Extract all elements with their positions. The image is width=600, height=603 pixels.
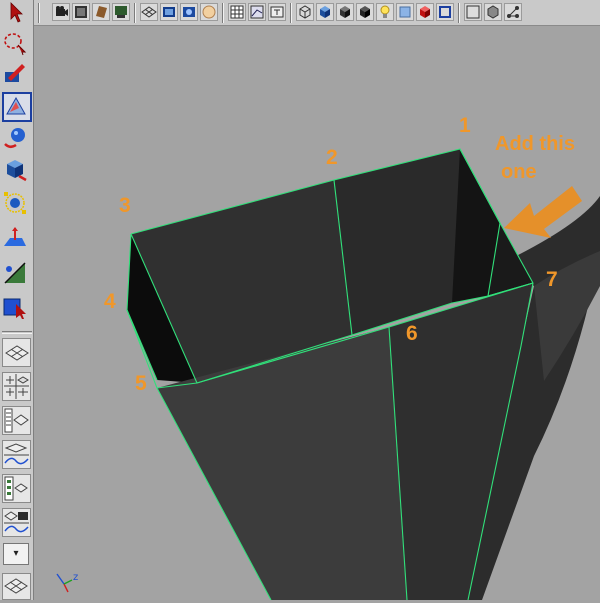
toolbar-separator: [458, 3, 460, 23]
render-layout-icon[interactable]: [2, 508, 31, 537]
dark-cube-icon[interactable]: [356, 3, 374, 21]
annotation-note: Add this one: [495, 130, 575, 186]
toolbar-separator: [134, 3, 136, 23]
perspective-viewport[interactable]: 1 2 3 4 5 6 7 Add this one z: [34, 26, 600, 600]
annotation-note-line-1: Add this: [495, 133, 575, 155]
axis-y-line: [56, 573, 65, 585]
status-line-toolbar: [34, 0, 600, 26]
sphere-light-icon[interactable]: [200, 3, 218, 21]
vertex-label-3: 3: [119, 194, 131, 217]
toolbar-separator: [222, 3, 224, 23]
render-settings-icon[interactable]: [112, 3, 130, 21]
rotate-icon[interactable]: [2, 124, 32, 154]
axis-z-line: [63, 579, 73, 585]
toolbox-divider: [2, 331, 32, 334]
toolbar-separator: [290, 3, 292, 23]
outliner-persp-layout-icon[interactable]: [2, 406, 31, 435]
scene-canvas: [126, 148, 600, 600]
vertex-label-5: 5: [135, 372, 147, 395]
film-icon[interactable]: [72, 3, 90, 21]
four-view-layout-icon[interactable]: [2, 372, 31, 401]
persp-graph-layout-icon[interactable]: [2, 440, 31, 469]
vertex-label-7: 7: [546, 268, 558, 291]
lasso-icon[interactable]: [2, 30, 32, 60]
single-perspective-layout-icon[interactable]: [2, 338, 31, 367]
scale-icon[interactable]: [2, 156, 32, 186]
frame-icon[interactable]: [436, 3, 454, 21]
layout-dropdown[interactable]: ▾: [3, 543, 29, 565]
panel-layout-icon[interactable]: [160, 3, 178, 21]
select-icon[interactable]: [2, 0, 32, 30]
vertex-label-1: 1: [459, 114, 471, 137]
toolbox: ▾: [0, 0, 34, 600]
toolbar-separator: [38, 3, 40, 23]
move-icon[interactable]: [2, 92, 32, 122]
grid-icon[interactable]: [140, 3, 158, 21]
soft-mod-icon[interactable]: [2, 226, 32, 256]
axis-x-line: [63, 583, 69, 593]
box-mode-icon[interactable]: [464, 3, 482, 21]
text-icon[interactable]: [268, 3, 286, 21]
grey-box-icon[interactable]: [484, 3, 502, 21]
shaded-cube-icon[interactable]: [316, 3, 334, 21]
last-tool-icon[interactable]: [2, 294, 32, 324]
annotation-note-line-2: one: [501, 161, 537, 183]
red-cube-icon[interactable]: [416, 3, 434, 21]
show-manip-icon[interactable]: [2, 260, 32, 290]
bulb-icon[interactable]: [376, 3, 394, 21]
uv-icon[interactable]: [248, 3, 266, 21]
disk-icon[interactable]: [180, 3, 198, 21]
universal-manip-icon[interactable]: [2, 190, 32, 220]
hypergraph-icon[interactable]: [504, 3, 522, 21]
axis-z-label: z: [73, 572, 78, 583]
book-icon[interactable]: [92, 3, 110, 21]
paint-select-icon[interactable]: [2, 60, 32, 90]
smooth-shade-icon[interactable]: [336, 3, 354, 21]
vertex-label-4: 4: [104, 290, 116, 313]
maya-window: ▾ 1 2 3 4 5 6 7 Add this one z: [0, 0, 600, 600]
vertex-label-6: 6: [406, 322, 418, 345]
dope-sheet-layout-icon[interactable]: [2, 573, 31, 600]
wireframe-cube-icon[interactable]: [296, 3, 314, 21]
hypershade-layout-icon[interactable]: [2, 474, 31, 503]
blue-cube-icon[interactable]: [396, 3, 414, 21]
axis-gizmo: z: [56, 572, 78, 593]
camera-icon[interactable]: [52, 3, 70, 21]
checker-icon[interactable]: [228, 3, 246, 21]
vertex-label-2: 2: [326, 146, 338, 169]
